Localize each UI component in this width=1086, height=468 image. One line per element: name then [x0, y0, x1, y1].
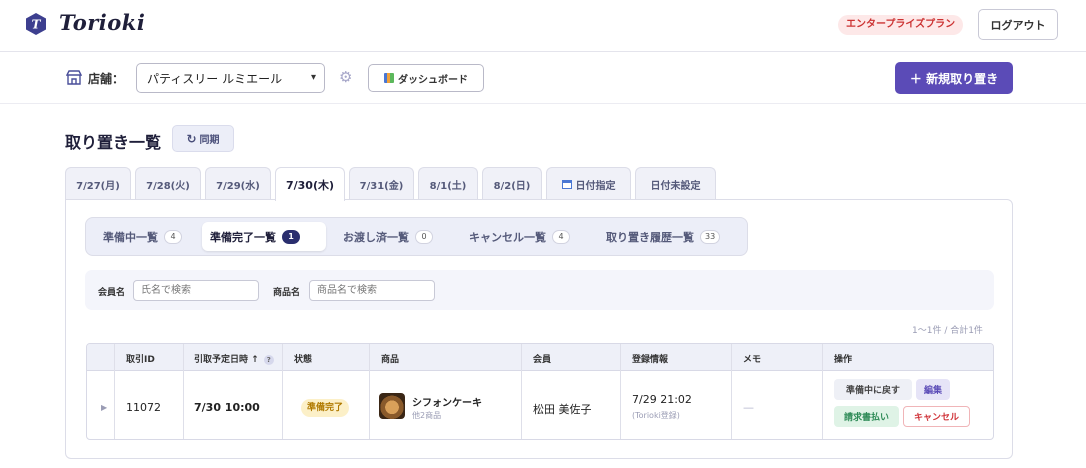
- dashboard-button[interactable]: ダッシュボード: [368, 64, 484, 92]
- cancel-button[interactable]: キャンセル: [903, 406, 970, 427]
- date-tab-0802[interactable]: 8/2(日): [482, 167, 542, 200]
- chart-icon: [384, 73, 394, 83]
- product-search-input[interactable]: 商品名で検索: [309, 280, 435, 301]
- count-badge: 4: [552, 229, 570, 244]
- logo-icon: T: [26, 13, 46, 35]
- store-label: 店舗：: [88, 72, 125, 86]
- count-badge: 4: [164, 229, 182, 244]
- cell-registered-sub: (Torioki登録): [632, 411, 680, 420]
- status-tab-cancelled[interactable]: キャンセル一覧 4: [461, 222, 578, 251]
- cell-pickup: 7/30 10:00: [194, 401, 260, 414]
- cell-memo: —: [743, 401, 754, 414]
- status-tab-preparing[interactable]: 準備中一覧 4: [95, 222, 190, 251]
- status-tab-label: 取り置き履歴一覧: [606, 230, 694, 244]
- product-thumbnail: [379, 393, 405, 419]
- date-tab-0729[interactable]: 7/29(水): [205, 167, 271, 200]
- count-badge: 1: [282, 229, 300, 244]
- status-tab-handed[interactable]: お渡し済一覧 0: [335, 222, 441, 251]
- store-icon: [66, 70, 82, 85]
- chevron-down-icon: ▾: [310, 72, 316, 83]
- status-tab-history[interactable]: 取り置き履歴一覧 33: [598, 222, 728, 251]
- date-tab-pick[interactable]: 日付指定: [546, 167, 631, 200]
- invoice-button[interactable]: 請求書払い: [834, 406, 899, 427]
- date-tab-0730[interactable]: 7/30(木): [275, 167, 345, 201]
- cell-id: 11072: [126, 401, 161, 414]
- gear-icon[interactable]: ⚙: [339, 69, 355, 85]
- cell-product-name[interactable]: シフォンケーキ: [412, 394, 482, 409]
- count-badge: 33: [700, 229, 721, 244]
- date-tab-0801[interactable]: 8/1(土): [418, 167, 478, 200]
- date-tab-0731[interactable]: 7/31(金): [349, 167, 414, 200]
- store-select[interactable]: パティスリー ルミエール ▾: [136, 63, 325, 93]
- th-pickup[interactable]: 引取予定日時 ↑ ?: [194, 352, 274, 365]
- date-tab-pick-label: 日付指定: [575, 180, 616, 192]
- store-bar: 店舗： パティスリー ルミエール ▾ ⚙ ダッシュボード ＋ 新規取り置き: [0, 52, 1086, 104]
- date-tab-unset[interactable]: 日付未設定: [635, 167, 716, 200]
- logo-letter: T: [32, 18, 42, 32]
- cell-member: 松田 美佐子: [533, 403, 592, 416]
- plan-badge: エンタープライズプラン: [838, 15, 964, 35]
- date-tab-0728[interactable]: 7/28(火): [135, 167, 201, 200]
- th-pickup-label: 引取予定日時 ↑: [194, 355, 259, 365]
- th-status: 状態: [294, 355, 313, 365]
- col-divider: [620, 344, 621, 439]
- status-tab-label: 準備完了一覧: [210, 230, 276, 244]
- status-tab-label: キャンセル一覧: [469, 230, 546, 244]
- dashboard-label: ダッシュボード: [398, 74, 468, 86]
- help-icon[interactable]: ?: [263, 355, 274, 365]
- status-badge: 準備完了: [301, 399, 350, 417]
- th-memo: メモ: [743, 355, 762, 365]
- col-divider: [282, 344, 283, 439]
- calendar-icon: [561, 180, 572, 189]
- col-divider: [114, 344, 115, 439]
- th-registered: 登録情報: [632, 355, 669, 365]
- th-product: 商品: [381, 355, 400, 365]
- status-tab-ready[interactable]: 準備完了一覧 1: [202, 222, 326, 251]
- edit-button[interactable]: 編集: [916, 379, 950, 400]
- member-search-input[interactable]: 氏名で検索: [133, 280, 259, 301]
- sync-button[interactable]: ↻ 同期: [172, 125, 234, 152]
- back-to-preparing-button[interactable]: 準備中に戻す: [834, 379, 912, 400]
- col-divider: [822, 344, 823, 439]
- th-id: 取引ID: [126, 355, 155, 365]
- th-member: 会員: [533, 355, 552, 365]
- new-reservation-button[interactable]: ＋ 新規取り置き: [895, 62, 1013, 94]
- refresh-icon: ↻: [186, 131, 197, 146]
- result-count: 1〜1件 / 合計1件: [912, 326, 983, 336]
- sync-label: 同期: [199, 135, 220, 146]
- page-title: 取り置き一覧: [65, 133, 162, 152]
- logout-button[interactable]: ログアウト: [978, 9, 1058, 40]
- expand-row-icon[interactable]: ▶: [101, 403, 107, 412]
- product-search-label: 商品名: [273, 288, 301, 298]
- cell-product-sub: 他2商品: [412, 411, 442, 420]
- store-select-value: パティスリー ルミエール: [147, 71, 283, 86]
- status-tab-label: お渡し済一覧: [343, 230, 409, 244]
- col-divider: [731, 344, 732, 439]
- reservation-table: 取引ID 引取予定日時 ↑ ? 状態 商品 会員 登録情報 メモ 操作 ▶ 11…: [86, 343, 994, 440]
- col-divider: [369, 344, 370, 439]
- col-divider: [183, 344, 184, 439]
- cell-registered: 7/29 21:02: [632, 393, 692, 406]
- top-header: T Torioki エンタープライズプラン ログアウト: [0, 0, 1086, 52]
- col-divider: [521, 344, 522, 439]
- brand-name[interactable]: Torioki: [59, 10, 145, 35]
- member-search-label: 会員名: [98, 288, 126, 298]
- th-actions: 操作: [834, 355, 853, 365]
- count-badge: 0: [415, 229, 433, 244]
- status-tab-label: 準備中一覧: [103, 230, 158, 244]
- date-tab-0727[interactable]: 7/27(月): [65, 167, 131, 200]
